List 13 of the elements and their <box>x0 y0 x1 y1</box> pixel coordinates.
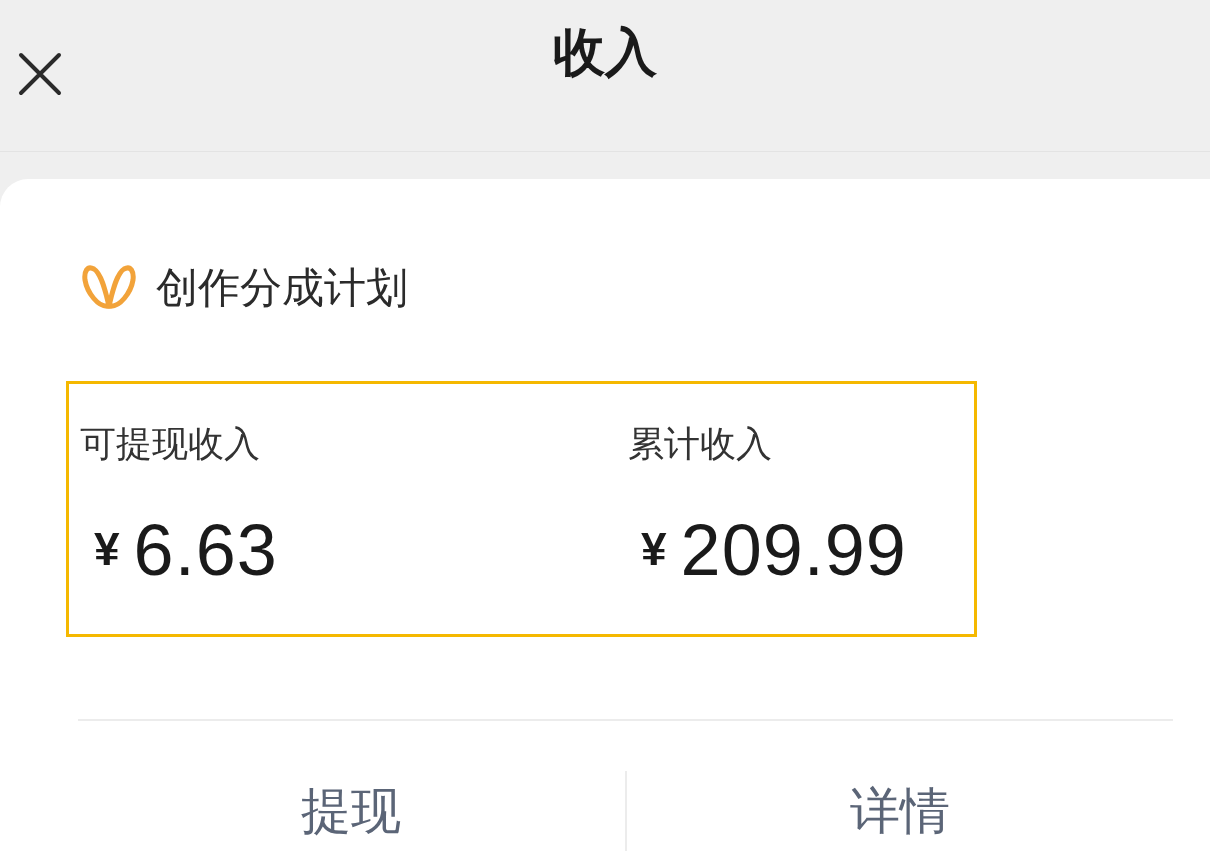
action-button[interactable]: 详情 <box>849 781 950 841</box>
currency-symbol: ¥ <box>641 522 667 577</box>
close-button[interactable] <box>16 50 64 98</box>
two-loop-logo-icon <box>82 264 136 312</box>
income-label: 累计收入 <box>628 422 772 466</box>
action-button[interactable]: 提现 <box>301 781 402 841</box>
income-amount: 6.63 <box>133 510 278 590</box>
plan-name: 创作分成计划 <box>156 263 408 313</box>
close-icon <box>18 52 62 96</box>
currency-symbol: ¥ <box>94 522 120 577</box>
page-title: 收入 <box>553 22 657 83</box>
income-amount: 209.99 <box>680 510 907 590</box>
income-label: 可提现收入 <box>80 422 260 466</box>
